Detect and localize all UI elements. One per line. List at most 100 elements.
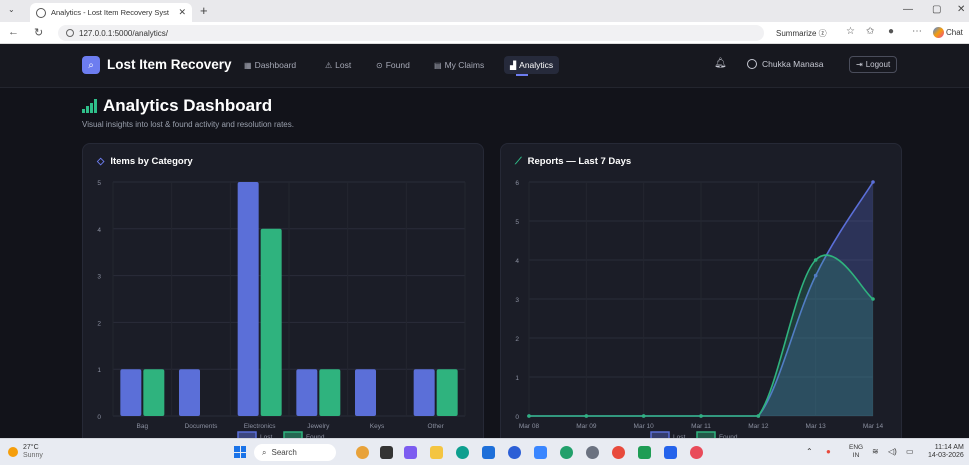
weekly-chart-card: ⟋ Reports — Last 7 Days 0 1 2 3 4 5 6 Mar 08 Mar… — [500, 143, 902, 438]
search-logo-icon[interactable]: ⌕ — [82, 56, 100, 74]
profile-icon[interactable]: ● — [888, 26, 894, 37]
bar-y-tick-label: 3 — [97, 274, 101, 281]
bar-found — [143, 369, 165, 416]
line-y-tick-label: 5 — [515, 219, 519, 226]
line-x-tick-label: Mar 09 — [576, 423, 597, 430]
nav-analytics-label: Analytics — [519, 60, 554, 70]
bar-y-tick-label: 5 — [97, 180, 101, 187]
warning-icon: ⚠ — [325, 60, 333, 70]
weather-condition: Sunny — [23, 452, 43, 459]
copilot-icon[interactable] — [933, 27, 944, 38]
line-x-tick-label: Mar 13 — [806, 423, 827, 430]
point-found — [584, 414, 589, 418]
sun-icon[interactable] — [8, 447, 18, 457]
nav-found-label: Found — [385, 60, 410, 70]
nav-found[interactable]: ⊙ Found — [376, 60, 410, 70]
line-y-tick-label: 4 — [515, 258, 519, 265]
app-page: ⌕ Lost Item Recovery ▦ Dashboard ⚠ Lost … — [0, 44, 969, 438]
taskbar-file-explorer-icon[interactable] — [430, 446, 443, 459]
category-chart-card: ◇ Items by Category 0 1 2 3 4 5 Bag Documents El… — [82, 143, 484, 438]
favorite-star-icon[interactable]: ☆ — [846, 26, 855, 37]
taskbar-store-icon[interactable] — [482, 446, 495, 459]
tray-app-icon[interactable]: ● — [826, 447, 831, 456]
line-y-tick-label: 1 — [515, 375, 519, 382]
logout-icon: ⇥ — [856, 60, 863, 69]
taskbar-app-red-icon[interactable] — [690, 446, 703, 459]
nav-analytics[interactable]: ▟ Analytics — [504, 56, 560, 74]
windows-start-icon[interactable] — [234, 446, 246, 458]
brand-name[interactable]: Lost Item Recovery — [107, 57, 232, 72]
taskbar-word-icon[interactable] — [664, 446, 677, 459]
bar-x-tick-label: Bag — [137, 423, 149, 430]
tab-list-chevron-icon[interactable]: ⌄ — [8, 5, 15, 14]
battery-icon[interactable]: ▭ — [906, 447, 914, 456]
point-found — [527, 414, 531, 418]
globe-icon — [36, 7, 46, 18]
restore-icon[interactable]: ▢ — [932, 4, 941, 15]
nav-dashboard[interactable]: ▦ Dashboard — [244, 60, 296, 70]
site-info-icon[interactable] — [66, 29, 74, 37]
bar-found — [319, 369, 341, 416]
tray-chevron-icon[interactable]: ⌃ — [806, 447, 813, 456]
wifi-icon[interactable]: ≋ — [872, 447, 879, 456]
volume-icon[interactable]: ◁) — [888, 447, 897, 456]
taskbar-whatsapp-icon[interactable] — [560, 446, 573, 459]
check-circle-icon: ⊙ — [376, 60, 383, 70]
app-navbar: ⌕ Lost Item Recovery ▦ Dashboard ⚠ Lost … — [0, 44, 969, 88]
bar-lost — [120, 369, 142, 416]
language-indicator[interactable]: ENG IN — [849, 444, 863, 460]
chat-label[interactable]: Chat — [946, 28, 963, 37]
taskbar-pycharm-icon[interactable] — [638, 446, 651, 459]
taskbar-chrome-icon[interactable] — [612, 446, 625, 459]
new-tab-icon[interactable]: + — [200, 3, 208, 18]
taskbar-task-view-icon[interactable] — [380, 446, 393, 459]
active-nav-indicator — [516, 74, 528, 76]
taskbar-app-icon[interactable] — [534, 446, 547, 459]
weekly-line-chart: 0 1 2 3 4 5 6 Mar 08 Mar 09 Mar 10 Mar 11 Mar 12 Mar… — [515, 180, 883, 438]
more-icon[interactable]: ⋯ — [912, 26, 922, 37]
point-found — [871, 297, 875, 301]
bell-icon[interactable]: 🔔︎ — [714, 58, 727, 69]
close-tab-icon[interactable]: ✕ — [178, 7, 186, 18]
taskbar-settings-icon[interactable] — [586, 446, 599, 459]
weather-widget[interactable]: 27°C Sunny — [23, 444, 43, 460]
url-text: 127.0.0.1:5000/analytics/ — [79, 28, 168, 38]
tab-title: Analytics - Lost Item Recovery Syst — [51, 8, 169, 17]
point-found — [813, 258, 818, 262]
nav-lost[interactable]: ⚠ Lost — [325, 60, 351, 70]
page-title: Analytics Dashboard — [82, 96, 272, 116]
search-icon: ⌕ — [262, 447, 267, 457]
browser-tab[interactable]: Analytics - Lost Item Recovery Syst ✕ — [30, 3, 192, 22]
taskbar-hp-icon[interactable] — [508, 446, 521, 459]
minimize-icon[interactable]: — — [903, 4, 913, 15]
page-subtitle: Visual insights into lost & found activi… — [82, 120, 294, 129]
bar-y-tick-label: 4 — [97, 227, 101, 234]
clipboard-icon: ▤ — [434, 60, 442, 70]
bar-found — [260, 228, 282, 416]
taskbar-app-widget-icon[interactable] — [356, 446, 369, 459]
bar-y-tick-label: 0 — [97, 414, 101, 421]
back-icon[interactable]: ← — [8, 26, 19, 38]
taskbar-edge-icon[interactable] — [456, 446, 469, 459]
system-clock[interactable]: 11:14 AM 14-03-2026 — [928, 444, 964, 460]
point-found — [641, 414, 646, 418]
nav-my-claims[interactable]: ▤ My Claims — [434, 60, 484, 70]
refresh-icon[interactable]: ↻ — [34, 26, 43, 39]
line-x-tick-label: Mar 11 — [691, 423, 711, 430]
line-x-tick-label: Mar 10 — [634, 423, 655, 430]
summarize-button[interactable]: Summarize ⓩ — [776, 28, 827, 39]
line-x-tick-label: Mar 08 — [519, 423, 540, 430]
url-field[interactable]: 127.0.0.1:5000/analytics/ — [58, 25, 764, 41]
bar-x-tick-label: Jewelry — [307, 423, 330, 430]
line-y-tick-label: 3 — [515, 297, 519, 304]
taskbar-copilot-icon[interactable] — [404, 446, 417, 459]
logout-button[interactable]: ⇥ Logout — [849, 56, 898, 73]
favorites-icon[interactable]: ✩ — [866, 26, 874, 37]
line-y-tick-label: 2 — [515, 336, 519, 343]
user-menu[interactable]: Chukka Manasa — [747, 59, 823, 69]
logout-label: Logout — [865, 60, 891, 69]
browser-toolbar: ← ↻ 127.0.0.1:5000/analytics/ Summarize … — [0, 22, 969, 44]
taskbar-search[interactable]: ⌕ Search — [254, 444, 336, 461]
close-window-icon[interactable]: ✕ — [957, 4, 965, 15]
bar-x-tick-label: Electronics — [244, 423, 277, 430]
